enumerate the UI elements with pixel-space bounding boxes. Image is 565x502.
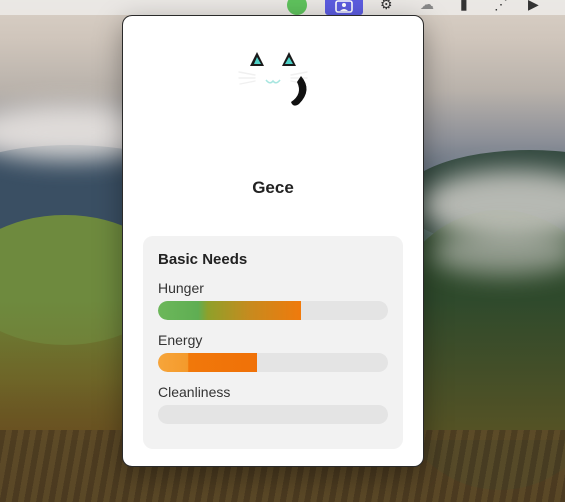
menu-bar: ⚙ ☁ ▮ ⋰ ▶: [0, 0, 565, 15]
pet-app-menu-icon[interactable]: [325, 0, 363, 15]
cleanliness-label: Cleanliness: [158, 384, 231, 400]
basic-needs-card: Basic Needs Hunger Energy Cleanliness: [143, 236, 403, 449]
energy-label: Energy: [158, 332, 203, 348]
hunger-bar-fill: [158, 301, 301, 320]
network-icon[interactable]: ⋰: [494, 0, 508, 12]
green-status-dot-icon[interactable]: [287, 0, 307, 15]
hunger-bar: [158, 301, 388, 320]
cloud-icon[interactable]: ☁: [420, 0, 434, 12]
cleanliness-bar: [158, 405, 388, 424]
activity-icon[interactable]: ⚙: [380, 0, 393, 12]
energy-bar-fill: [158, 353, 257, 372]
pet-popover-window: Gece Basic Needs Hunger Energy Cleanline…: [122, 15, 424, 467]
energy-bar: [158, 353, 388, 372]
play-icon[interactable]: ▶: [528, 0, 539, 12]
pet-name: Gece: [252, 178, 294, 197]
hunger-label: Hunger: [158, 280, 204, 296]
black-cat-face-icon: [238, 52, 308, 106]
basic-needs-title: Basic Needs: [158, 251, 248, 268]
battery-icon[interactable]: ▮: [460, 0, 468, 12]
person-card-icon: [335, 0, 353, 13]
